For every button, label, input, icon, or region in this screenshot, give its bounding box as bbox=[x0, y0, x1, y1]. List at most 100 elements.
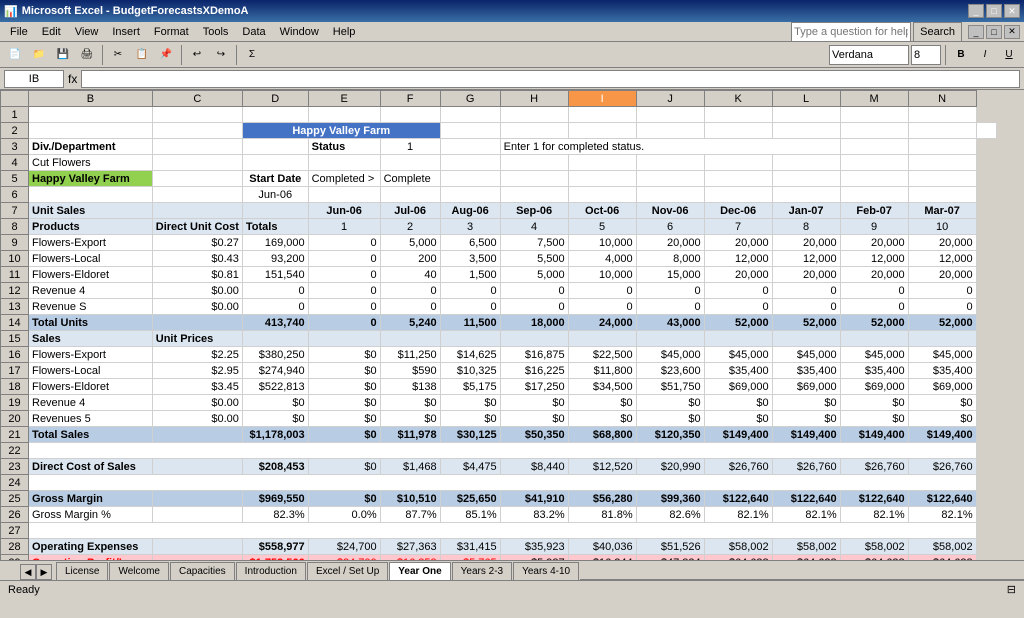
cell-k21[interactable]: $149,400 bbox=[704, 427, 772, 443]
row-header-15[interactable]: 15 bbox=[1, 331, 29, 347]
cell-n20[interactable]: $0 bbox=[908, 411, 976, 427]
cell-f21[interactable]: $11,978 bbox=[380, 427, 440, 443]
cell-m9[interactable]: 20,000 bbox=[840, 235, 908, 251]
row-header-27[interactable]: 27 bbox=[1, 523, 29, 539]
cell-i1[interactable] bbox=[568, 107, 636, 123]
cell-m28[interactable]: $58,002 bbox=[840, 539, 908, 555]
cell-d7[interactable] bbox=[242, 203, 308, 219]
print-button[interactable]: 🖨 bbox=[76, 44, 98, 66]
cell-g9[interactable]: 6,500 bbox=[440, 235, 500, 251]
cell-m3[interactable] bbox=[840, 139, 908, 155]
close-button[interactable]: ✕ bbox=[1004, 4, 1020, 18]
cell-j8[interactable]: 6 bbox=[636, 219, 704, 235]
cell-f26[interactable]: 87.7% bbox=[380, 507, 440, 523]
cell-b16[interactable]: Flowers-Export bbox=[29, 347, 153, 363]
cell-e23[interactable]: $0 bbox=[308, 459, 380, 475]
cell-g20[interactable]: $0 bbox=[440, 411, 500, 427]
cell-b19[interactable]: Revenue 4 bbox=[29, 395, 153, 411]
cell-e17[interactable]: $0 bbox=[308, 363, 380, 379]
app-close-button[interactable]: ✕ bbox=[1004, 25, 1020, 39]
cell-g21[interactable]: $30,125 bbox=[440, 427, 500, 443]
cell-j11[interactable]: 15,000 bbox=[636, 267, 704, 283]
cell-c13[interactable]: $0.00 bbox=[152, 299, 242, 315]
cell-n5[interactable] bbox=[908, 171, 976, 187]
cell-h8[interactable]: 4 bbox=[500, 219, 568, 235]
menu-tools[interactable]: Tools bbox=[197, 24, 235, 40]
tab-introduction[interactable]: Introduction bbox=[236, 562, 306, 580]
cell-i12[interactable]: 0 bbox=[568, 283, 636, 299]
cell-j14[interactable]: 43,000 bbox=[636, 315, 704, 331]
cell-i9[interactable]: 10,000 bbox=[568, 235, 636, 251]
row-header-5[interactable]: 5 bbox=[1, 171, 29, 187]
cell-m13[interactable]: 0 bbox=[840, 299, 908, 315]
cell-f10[interactable]: 200 bbox=[380, 251, 440, 267]
cell-c19[interactable]: $0.00 bbox=[152, 395, 242, 411]
cell-k23[interactable]: $26,760 bbox=[704, 459, 772, 475]
cell-m6[interactable] bbox=[840, 187, 908, 203]
cell-n3[interactable] bbox=[908, 139, 976, 155]
cell-l9[interactable]: 20,000 bbox=[772, 235, 840, 251]
cell-l10[interactable]: 12,000 bbox=[772, 251, 840, 267]
cell-m15[interactable] bbox=[840, 331, 908, 347]
cell-k16[interactable]: $45,000 bbox=[704, 347, 772, 363]
cell-j26[interactable]: 82.6% bbox=[636, 507, 704, 523]
cell-j9[interactable]: 20,000 bbox=[636, 235, 704, 251]
cell-f18[interactable]: $138 bbox=[380, 379, 440, 395]
cell-n15[interactable] bbox=[908, 331, 976, 347]
cell-b7[interactable]: Unit Sales bbox=[29, 203, 153, 219]
cell-n13[interactable]: 0 bbox=[908, 299, 976, 315]
cell-m18[interactable]: $69,000 bbox=[840, 379, 908, 395]
cell-c21[interactable] bbox=[152, 427, 242, 443]
cell-i11[interactable]: 10,000 bbox=[568, 267, 636, 283]
row-header-3[interactable]: 3 bbox=[1, 139, 29, 155]
sheet-area[interactable]: B C D E F G H I J K L M N 1 bbox=[0, 90, 1024, 560]
menu-format[interactable]: Format bbox=[148, 24, 195, 40]
cell-b9[interactable]: Flowers-Export bbox=[29, 235, 153, 251]
cell-g13[interactable]: 0 bbox=[440, 299, 500, 315]
cell-d8[interactable]: Totals bbox=[242, 219, 308, 235]
cell-n19[interactable]: $0 bbox=[908, 395, 976, 411]
cell-k12[interactable]: 0 bbox=[704, 283, 772, 299]
cell-m16[interactable]: $45,000 bbox=[840, 347, 908, 363]
cell-b14[interactable]: Total Units bbox=[29, 315, 153, 331]
cell-e9[interactable]: 0 bbox=[308, 235, 380, 251]
cell-g4[interactable] bbox=[440, 155, 500, 171]
cell-c25[interactable] bbox=[152, 491, 242, 507]
row-header-17[interactable]: 17 bbox=[1, 363, 29, 379]
col-header-C[interactable]: C bbox=[152, 91, 242, 107]
cell-n14[interactable]: 52,000 bbox=[908, 315, 976, 331]
cell-i4[interactable] bbox=[568, 155, 636, 171]
cell-k19[interactable]: $0 bbox=[704, 395, 772, 411]
cell-f25[interactable]: $10,510 bbox=[380, 491, 440, 507]
cell-b28-op-expenses[interactable]: Operating Expenses bbox=[29, 539, 153, 555]
cell-d14[interactable]: 413,740 bbox=[242, 315, 308, 331]
cell-k9[interactable]: 20,000 bbox=[704, 235, 772, 251]
cell-c4[interactable] bbox=[152, 155, 242, 171]
cell-e18[interactable]: $0 bbox=[308, 379, 380, 395]
cell-m7[interactable]: Feb-07 bbox=[840, 203, 908, 219]
cell-c9[interactable]: $0.27 bbox=[152, 235, 242, 251]
cell-j13[interactable]: 0 bbox=[636, 299, 704, 315]
cell-i15[interactable] bbox=[568, 331, 636, 347]
cell-h28[interactable]: $35,923 bbox=[500, 539, 568, 555]
open-button[interactable]: 📁 bbox=[28, 44, 50, 66]
cell-l7[interactable]: Jan-07 bbox=[772, 203, 840, 219]
cell-n2[interactable] bbox=[976, 123, 996, 139]
cell-l2[interactable] bbox=[840, 123, 908, 139]
cell-i18[interactable]: $34,500 bbox=[568, 379, 636, 395]
row-header-24[interactable]: 24 bbox=[1, 475, 29, 491]
save-button[interactable]: 💾 bbox=[52, 44, 74, 66]
cell-c1[interactable] bbox=[152, 107, 242, 123]
row-header-21[interactable]: 21 bbox=[1, 427, 29, 443]
cell-l5[interactable] bbox=[772, 171, 840, 187]
tab-scroll-right[interactable]: ▶ bbox=[36, 564, 52, 580]
cell-l21[interactable]: $149,400 bbox=[772, 427, 840, 443]
cell-h16[interactable]: $16,875 bbox=[500, 347, 568, 363]
cell-c8[interactable]: Direct Unit Cost bbox=[152, 219, 242, 235]
cell-m1[interactable] bbox=[840, 107, 908, 123]
cell-b8[interactable]: Products bbox=[29, 219, 153, 235]
row-header-10[interactable]: 10 bbox=[1, 251, 29, 267]
cell-k15[interactable] bbox=[704, 331, 772, 347]
cell-l28[interactable]: $58,002 bbox=[772, 539, 840, 555]
font-name-input[interactable] bbox=[829, 45, 909, 65]
